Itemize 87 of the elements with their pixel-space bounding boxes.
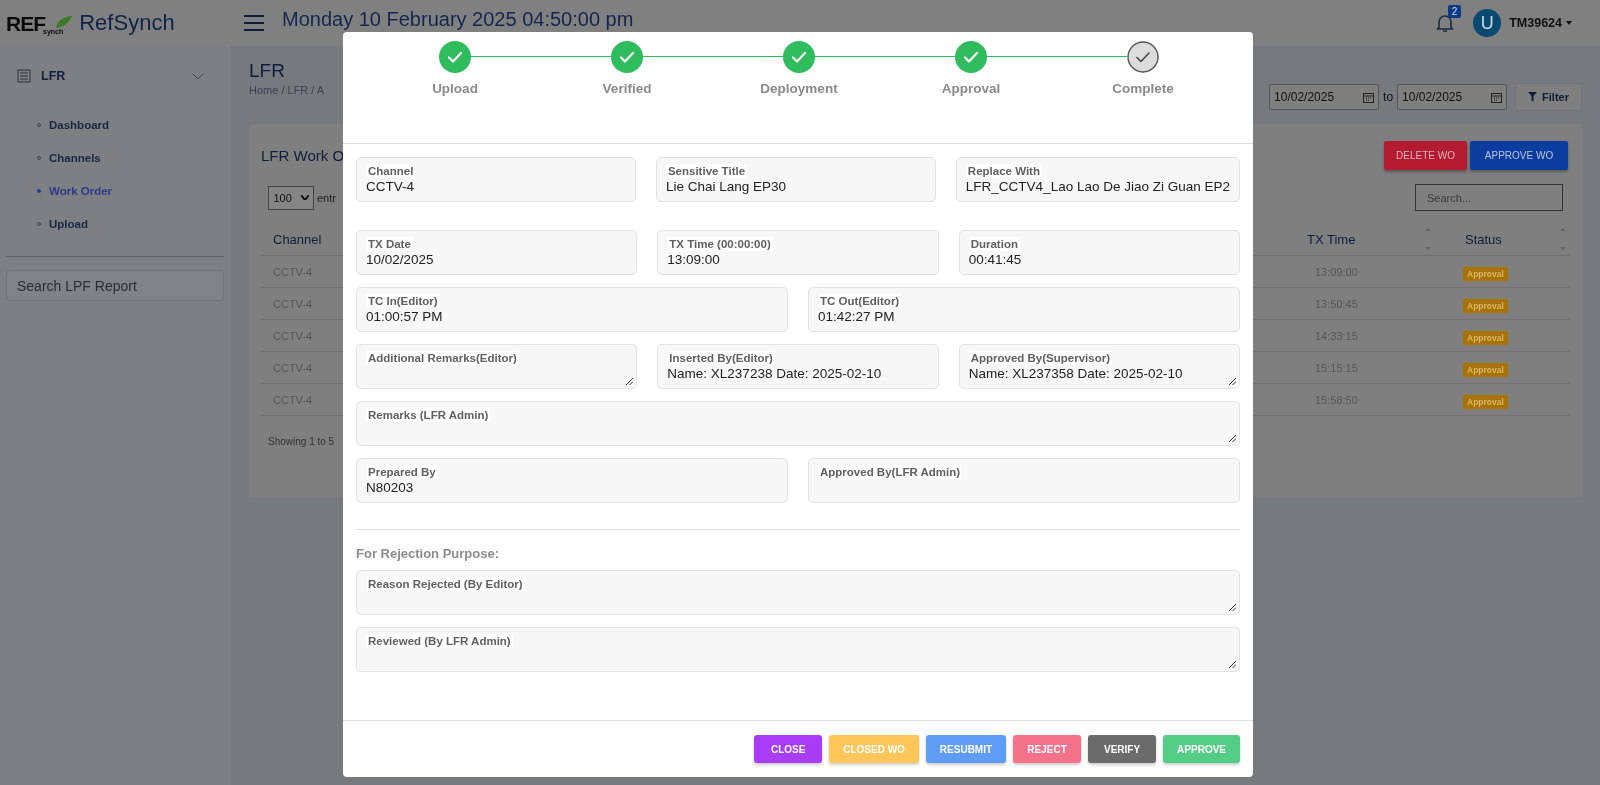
resize-handle-icon[interactable] <box>1229 604 1236 611</box>
text-field[interactable]: Channel CCTV-4 <box>356 157 636 202</box>
notification-badge: 2 <box>1447 5 1462 18</box>
step-label: Verified <box>602 81 652 96</box>
filter-button[interactable]: Filter <box>1515 83 1582 111</box>
field-label: TX Date <box>366 237 413 251</box>
text-field[interactable]: Prepared By N80203 <box>356 458 788 503</box>
step-label: Approval <box>941 81 1001 96</box>
field-label: Channel <box>366 164 416 178</box>
card-title: LFR Work O <box>261 147 345 164</box>
resize-handle-icon[interactable] <box>1229 435 1236 442</box>
column-header[interactable]: TX Time <box>1287 231 1425 247</box>
action-button[interactable]: APPROVE WO <box>1470 141 1568 170</box>
user-menu[interactable]: TM39624 <box>1509 16 1572 30</box>
text-field[interactable]: Approved By(LFR Admin) <box>808 458 1240 503</box>
caret-icon <box>300 195 309 200</box>
text-area[interactable]: Reviewed (By LFR Admin) <box>356 627 1240 672</box>
field-label: Approved By(Supervisor) <box>968 351 1112 365</box>
leaf-icon <box>55 15 74 29</box>
list-icon <box>17 69 31 83</box>
status-badge: Approval <box>1463 298 1508 313</box>
field-label: TC Out(Editor) <box>818 294 902 308</box>
dialog-button[interactable]: VERIFY <box>1088 735 1157 763</box>
status-badge: Approval <box>1463 362 1508 377</box>
text-area[interactable]: Approved By(Supervisor) Name: XL237358 Date: 2025-02-10 <box>958 344 1240 389</box>
column-header[interactable]: Status <box>1435 231 1560 247</box>
dialog-button[interactable]: CLOSE <box>754 735 823 763</box>
field-label: Sensitive Title <box>665 164 748 178</box>
bell-icon[interactable] <box>1435 13 1456 33</box>
app-name: RefSynch <box>79 11 175 35</box>
field-label: Approved By(LFR Admin) <box>818 465 963 479</box>
status-badge: Approval <box>1463 330 1508 345</box>
status-badge: Approval <box>1463 394 1508 409</box>
menu-icon[interactable] <box>244 15 264 31</box>
field-label: Inserted By(Editor) <box>667 351 775 365</box>
search-field[interactable]: Search... <box>1415 184 1563 211</box>
sidebar-item[interactable]: Upload <box>6 207 224 240</box>
text-field[interactable]: TX Time (00:00:00) 13:09:00 <box>657 230 939 275</box>
date-field[interactable]: 10/02/2025 <box>1397 84 1508 110</box>
text-field[interactable]: TC Out(Editor) 01:42:27 PM <box>808 287 1240 332</box>
field-label: Reviewed (By LFR Admin) <box>366 634 513 648</box>
breadcrumb: Home / LFR / A <box>249 84 325 96</box>
entries-label: entr <box>317 191 336 204</box>
text-field[interactable]: Sensitive Title Lie Chai Lang EP30 <box>655 157 936 202</box>
field-label: Reason Rejected (By Editor) <box>366 577 525 591</box>
sidebar-item[interactable]: Channels <box>6 141 224 174</box>
text-field[interactable]: TC In(Editor) 01:00:57 PM <box>356 287 788 332</box>
avatar[interactable]: U <box>1473 9 1502 37</box>
page-size-select[interactable]: 100 <box>268 185 314 210</box>
text-area[interactable]: Reason Rejected (By Editor) <box>356 570 1240 615</box>
text-field[interactable]: Duration 00:41:45 <box>958 230 1240 275</box>
section-heading: For Rejection Purpose: <box>356 546 501 561</box>
step-label: Complete <box>1112 81 1174 96</box>
text-area[interactable]: Remarks (LFR Admin) <box>356 401 1240 446</box>
calendar-icon <box>1491 91 1503 103</box>
filter-icon <box>1528 92 1538 102</box>
action-button[interactable]: DELETE WO <box>1384 141 1467 170</box>
sidebar-item[interactable]: Dashboard <box>6 108 224 141</box>
dialog-button[interactable]: REJECT <box>1013 735 1082 763</box>
calendar-icon <box>1363 91 1375 103</box>
date-time: Monday 10 February 2025 04:50:00 pm <box>282 7 634 31</box>
sidebar-section[interactable]: LFR <box>6 68 224 84</box>
field-label: Duration <box>968 237 1020 251</box>
resize-handle-icon[interactable] <box>1229 661 1236 668</box>
search-field[interactable]: Search LPF Report <box>6 270 224 301</box>
caret-icon <box>1566 21 1572 25</box>
field-label: Additional Remarks(Editor) <box>366 351 519 365</box>
field-label: TC In(Editor) <box>366 294 440 308</box>
table-info: Showing 1 to 5 <box>268 436 335 447</box>
text-field[interactable]: Replace With LFR_CCTV4_Lao Lao De Jiao Zi Guan EP2 <box>955 157 1240 202</box>
resize-handle-icon[interactable] <box>626 378 634 385</box>
step-label: Deployment <box>760 81 838 96</box>
page-title: LFR <box>249 60 286 82</box>
date-field[interactable]: 10/02/2025 <box>1269 84 1380 110</box>
field-label: Replace With <box>965 164 1042 178</box>
status-badge: Approval <box>1463 266 1508 281</box>
field-label: Remarks (LFR Admin) <box>366 408 491 422</box>
resize-handle-icon[interactable] <box>1229 378 1236 385</box>
step-label: Upload <box>432 81 478 96</box>
to-label: to <box>1383 90 1394 104</box>
text-area[interactable]: Additional Remarks(Editor) <box>356 344 638 389</box>
text-field[interactable]: TX Date 10/02/2025 <box>356 230 638 275</box>
dialog-button[interactable]: RESUBMIT <box>925 735 1007 763</box>
text-field[interactable]: Inserted By(Editor) Name: XL237238 Date: 2025-02-10 <box>657 344 939 389</box>
field-label: TX Time (00:00:00) <box>667 237 773 251</box>
column-header[interactable]: Channel <box>261 231 322 247</box>
field-label: Prepared By <box>366 465 438 479</box>
